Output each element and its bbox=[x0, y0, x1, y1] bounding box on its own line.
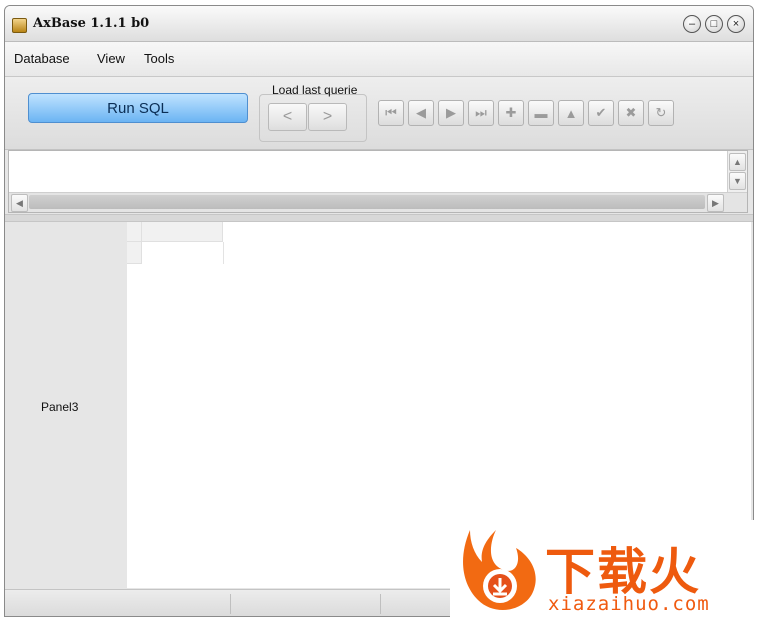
grid-column-header[interactable] bbox=[142, 222, 223, 242]
last-record-icon: ⏭ bbox=[475, 105, 487, 120]
editor-vertical-scrollbar[interactable]: ▲ ▼ bbox=[727, 151, 747, 192]
last-record-button[interactable]: ⏭ bbox=[468, 100, 494, 126]
load-last-query-label: Load last querie bbox=[272, 83, 358, 97]
menu-database[interactable]: Database bbox=[14, 51, 70, 66]
close-button[interactable]: × bbox=[727, 15, 745, 33]
run-sql-button[interactable]: Run SQL bbox=[28, 93, 248, 123]
scroll-down-icon[interactable]: ▼ bbox=[729, 172, 746, 190]
insert-record-button[interactable]: ✚ bbox=[498, 100, 524, 126]
watermark-url: xiazaihuo.com bbox=[548, 593, 710, 615]
next-record-icon: ▶ bbox=[446, 105, 456, 120]
horizontal-scroll-thumb[interactable] bbox=[29, 195, 705, 209]
refresh-button[interactable]: ↻ bbox=[648, 100, 674, 126]
next-query-button[interactable]: > bbox=[308, 103, 347, 131]
menu-bar: Database View Tools bbox=[5, 42, 753, 77]
splitter[interactable] bbox=[5, 214, 753, 222]
cancel-edit-button[interactable]: ✖ bbox=[618, 100, 644, 126]
flame-logo-icon bbox=[463, 530, 536, 611]
prior-record-icon: ◀ bbox=[416, 105, 426, 120]
menu-view[interactable]: View bbox=[97, 51, 125, 66]
grid-cell-divider bbox=[223, 242, 224, 264]
refresh-icon: ↻ bbox=[655, 105, 667, 120]
previous-query-button[interactable]: < bbox=[268, 103, 307, 131]
toolbar: Run SQL Load last querie < > ⏮ ◀ ▶ ⏭ ✚ ▬… bbox=[5, 77, 753, 150]
minimize-button[interactable]: – bbox=[683, 15, 701, 33]
scroll-right-icon[interactable]: ▶ bbox=[707, 194, 724, 212]
delete-record-button[interactable]: ▬ bbox=[528, 100, 554, 126]
panel3: Panel3 bbox=[5, 222, 127, 588]
status-divider bbox=[380, 594, 381, 614]
database-app-icon bbox=[12, 18, 27, 33]
post-icon: ✔ bbox=[595, 105, 607, 120]
edit-icon: ▲ bbox=[564, 105, 578, 121]
delete-icon: ▬ bbox=[534, 105, 548, 121]
scroll-up-icon[interactable]: ▲ bbox=[729, 153, 746, 171]
edit-record-button[interactable]: ▲ bbox=[558, 100, 584, 126]
grid-corner-cell bbox=[127, 222, 142, 242]
status-divider bbox=[230, 594, 231, 614]
panel3-label: Panel3 bbox=[41, 400, 79, 414]
first-record-button[interactable]: ⏮ bbox=[378, 100, 404, 126]
first-record-icon: ⏮ bbox=[385, 105, 397, 120]
next-record-button[interactable]: ▶ bbox=[438, 100, 464, 126]
window-title: AxBase 1.1.1 b0 bbox=[33, 16, 150, 31]
watermark: 下载火 xiazaihuo.com bbox=[450, 520, 756, 620]
prior-record-button[interactable]: ◀ bbox=[408, 100, 434, 126]
cancel-icon: ✖ bbox=[625, 105, 637, 120]
maximize-button[interactable]: □ bbox=[705, 15, 723, 33]
menu-tools[interactable]: Tools bbox=[144, 51, 174, 66]
scroll-left-icon[interactable]: ◀ bbox=[11, 194, 28, 212]
insert-icon: ✚ bbox=[505, 105, 517, 120]
sql-editor[interactable]: ▲ ▼ ◀ ▶ bbox=[8, 150, 748, 213]
title-bar[interactable]: AxBase 1.1.1 b0 – □ × bbox=[5, 6, 753, 42]
post-record-button[interactable]: ✔ bbox=[588, 100, 614, 126]
grid-row-indicator[interactable] bbox=[127, 242, 142, 264]
editor-horizontal-scrollbar[interactable]: ◀ ▶ bbox=[9, 192, 747, 212]
